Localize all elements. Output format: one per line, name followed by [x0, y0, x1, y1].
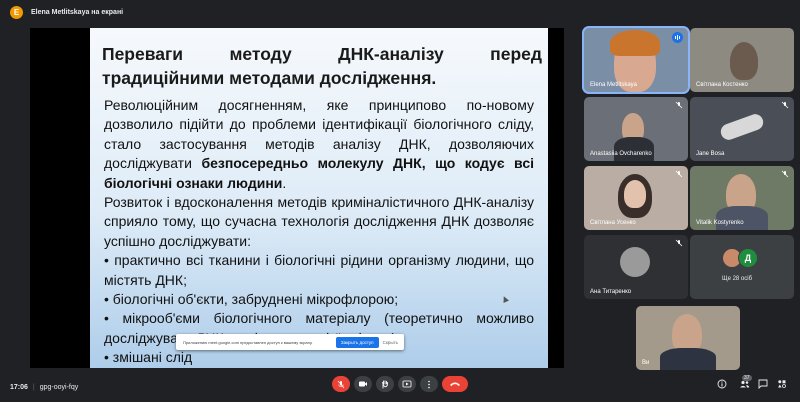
raise-hand-icon — [382, 379, 388, 388]
slide-body: Революційним досягненням, яке принципово… — [104, 96, 534, 368]
activities-icon — [778, 380, 786, 388]
mic-off-icon — [675, 239, 683, 247]
present-button[interactable] — [398, 376, 416, 392]
self-view-tile[interactable]: Ви — [636, 306, 740, 370]
speaking-indicator-icon — [672, 32, 683, 43]
mic-off-icon — [675, 101, 683, 109]
participant-name: Світлана Усенко — [590, 220, 636, 226]
participant-name: Світлана Костенко — [696, 82, 748, 88]
screen-share-notice: Приложению meet.google.com предоставлен … — [176, 334, 404, 350]
title-word: методу — [229, 44, 292, 64]
people-icon — [739, 380, 749, 388]
participant-tile[interactable]: Ана Титаренко — [584, 235, 688, 299]
camera-toggle-button[interactable] — [354, 376, 372, 392]
participant-tile[interactable]: Elena Metlitskaya — [584, 28, 688, 92]
video-feed — [718, 111, 766, 143]
participant-name: Vitalik Kostyrenko — [696, 220, 744, 226]
video-feed — [624, 180, 646, 208]
mic-off-icon — [675, 170, 683, 178]
video-feed — [730, 42, 758, 80]
hide-notice-button[interactable]: Скрыть — [383, 340, 398, 345]
slide-title: Переваги методу ДНК-аналізу перед традиц… — [102, 42, 542, 90]
presenter-avatar: E — [10, 5, 23, 19]
slide-title-line2: традиційними методами дослідження. — [102, 68, 437, 88]
avatar: Д — [738, 248, 758, 268]
activities-button[interactable] — [776, 378, 788, 390]
presenter-label: Elena Metlitskaya на екрані — [31, 8, 124, 16]
video-feed — [614, 137, 654, 161]
camera-icon — [359, 381, 367, 387]
title-word: ДНК-аналізу — [338, 44, 444, 64]
chat-icon — [758, 379, 768, 389]
slide: Переваги методу ДНК-аналізу перед традиц… — [90, 28, 548, 368]
participant-name: Ви — [642, 360, 650, 366]
slide-bullet-1: • практично всі тканини і біологічні рід… — [104, 252, 534, 288]
participant-tile[interactable]: Jane Bosa — [690, 97, 794, 161]
slide-title-line1: Переваги методу ДНК-аналізу перед — [102, 42, 542, 66]
screen-share-notice-text: Приложению meet.google.com предоставлен … — [183, 339, 313, 345]
more-participants-avatars: Д — [722, 248, 758, 268]
slide-bullet-4: • змішані слід — [104, 349, 193, 366]
participant-tile[interactable]: Anastasiia Ovcharenko — [584, 97, 688, 161]
people-button[interactable] — [738, 378, 750, 390]
participant-tile[interactable]: Vitalik Kostyrenko — [690, 166, 794, 230]
more-vert-icon — [428, 380, 430, 388]
p1-end: . — [282, 174, 287, 191]
participant-name: Ана Титаренко — [590, 289, 632, 295]
title-word: Переваги — [102, 44, 184, 64]
video-feed — [610, 30, 660, 56]
slide-paragraph-1: Революційним досягненням, яке принципово… — [104, 96, 534, 193]
separator: | — [32, 383, 35, 391]
end-call-button[interactable] — [442, 376, 468, 392]
clock: 17:06 — [10, 383, 28, 391]
presenter-bar: E Elena Metlitskaya на екрані — [0, 0, 800, 24]
meeting-info-button[interactable] — [716, 378, 728, 390]
avatar — [620, 247, 650, 277]
info-icon — [717, 379, 727, 389]
mic-off-icon — [781, 170, 789, 178]
meeting-code: gpg-ooyi-fqy — [39, 383, 79, 391]
participant-name: Jane Bosa — [696, 151, 725, 157]
video-feed — [716, 206, 768, 230]
chat-button[interactable] — [757, 378, 769, 390]
slide-bullet-2: • біологічні об'єкти, забруднені мікрофл… — [104, 291, 399, 308]
participant-name: Elena Metlitskaya — [590, 82, 638, 88]
more-options-button[interactable] — [420, 376, 438, 392]
end-call-icon — [450, 382, 460, 386]
present-icon — [402, 380, 412, 388]
title-word: перед — [490, 44, 542, 64]
participant-name: Anastasiia Ovcharenko — [590, 151, 652, 157]
presentation-stage: Переваги методу ДНК-аналізу перед традиц… — [30, 28, 564, 368]
more-participants-label: Ще 28 осіб — [721, 276, 753, 282]
slide-paragraph-2: Розвиток і вдосконалення методів криміна… — [104, 194, 534, 249]
raise-hand-button[interactable] — [376, 376, 394, 392]
video-feed — [660, 348, 716, 370]
mic-off-icon — [781, 101, 789, 109]
stop-sharing-button[interactable]: Закрыть доступ — [335, 336, 379, 348]
mic-off-icon — [337, 380, 345, 388]
participant-tile[interactable]: Світлана Усенко — [584, 166, 688, 230]
participant-tile[interactable]: Світлана Костенко — [690, 28, 794, 92]
mic-toggle-button[interactable] — [332, 376, 350, 392]
